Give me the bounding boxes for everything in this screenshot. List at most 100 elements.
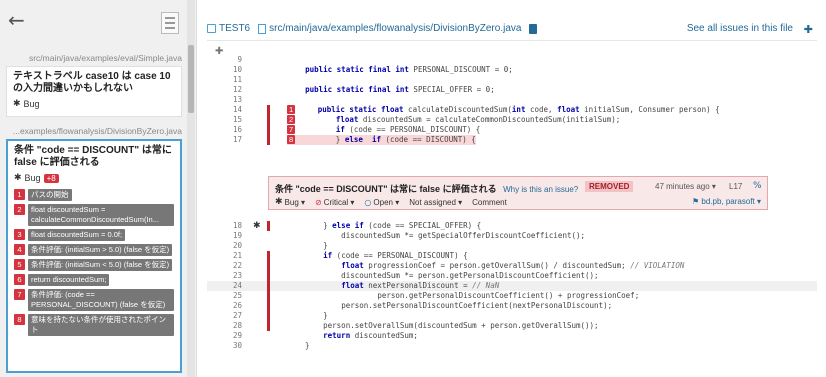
code-line: 28 person.setOverallSum(discountedSum + … [207,321,817,331]
severity-dropdown[interactable]: ⊘ Critical ▾ [315,198,354,207]
line-number[interactable]: 10 [222,65,242,75]
line-number[interactable]: 28 [222,321,242,331]
code-text: if (code == PERSONAL_DISCOUNT) { [323,251,468,260]
issue-gutter-marker [267,115,270,125]
code-text: 8 } else if (code == DISCOUNT) { [287,135,476,145]
pin-icon[interactable]: ✚ [804,23,813,36]
line-number[interactable]: 22 [222,261,242,271]
line-number[interactable]: 30 [222,341,242,351]
issue-card-1[interactable]: テキストラベル case10 は case 10 の入力間違いかもしれない ✱ … [6,66,182,117]
bug-gutter-icon[interactable]: ✱ [253,221,261,231]
code-line: 29 return discountedSum; [207,331,817,341]
issue-gutter-marker [267,321,270,331]
bug-icon: ✱ [14,173,22,183]
flow-location-marker[interactable]: 2 [287,115,296,124]
code-text: } else if (code == SPECIAL_OFFER) { [287,221,482,230]
issue-message: 条件 "code == DISCOUNT" は常に false に評価される [275,184,497,194]
flow-location-marker[interactable]: 8 [287,135,296,144]
project-link[interactable]: TEST6 [219,23,250,34]
line-number[interactable]: 18 [222,221,242,231]
file-icon [258,23,267,34]
file-path-link[interactable]: src/main/java/examples/flowanalysis/Divi… [269,23,521,34]
flow-list: 1 パスの開始 2 float discountedSum = calculateCo… [14,189,174,336]
issue-age[interactable]: 47 minutes ago ▾ [655,182,716,191]
code-line: 20 } [207,241,817,251]
flow-text: float discountedSum = 0.0f; [28,229,126,241]
clipboard-icon[interactable] [529,23,538,34]
issue-type: ✱ Bug [13,99,175,109]
issue-popup: 条件 "code == DISCOUNT" は常に false に評価される W… [268,176,768,210]
tags-label: bd.pb, parasoft ▾ [701,197,761,206]
line-number[interactable]: 29 [222,331,242,341]
file-header: TEST6 src/main/java/examples/flowanalysi… [207,17,817,41]
flow-item[interactable]: 4 条件評価: (initialSum > 5.0) (false を仮定) [14,244,174,256]
flow-location-marker[interactable]: 7 [287,125,296,134]
line-number[interactable]: 14 [222,105,242,115]
issue-gutter-marker [267,135,270,145]
flow-item[interactable]: 7 条件評価: (code == PERSONAL_DISCOUNT) (fals… [14,289,174,311]
back-arrow-icon[interactable]: ← [8,10,25,30]
code-text: discountedSum *= getSpecialOfferDiscount… [287,231,586,240]
line-number[interactable]: 9 [222,55,242,65]
line-number[interactable]: 26 [222,301,242,311]
issue-gutter-marker [267,261,270,271]
flow-num: 5 [14,259,25,270]
line-number[interactable]: 15 [222,115,242,125]
line-number[interactable]: 13 [222,95,242,105]
type-dropdown[interactable]: ✱ Bug ▾ [275,197,305,207]
flow-item[interactable]: 8 意味を持たない条件が使用されたポイント [14,314,174,336]
assignee-dropdown[interactable]: Not assigned ▾ [409,198,462,207]
line-number[interactable]: 27 [222,311,242,321]
line-number[interactable]: 20 [222,241,242,251]
issue-gutter-marker [267,291,270,301]
why-is-this-an-issue-link[interactable]: Why is this an issue? [503,185,578,194]
line-number[interactable]: 19 [222,231,242,241]
file-path-2: ...examples/flowanalysis/DivisionByZero.… [12,126,182,136]
flow-text: 条件評価: (code == PERSONAL_DISCOUNT) (false… [28,289,174,311]
line-number[interactable]: 12 [222,85,242,95]
issue-card-2-selected[interactable]: 条件 "code == DISCOUNT" は常に false に評価される ✱… [6,139,182,373]
tags-dropdown[interactable]: ⚑ bd.pb, parasoft ▾ [692,197,761,206]
flow-location-marker[interactable]: 1 [287,105,296,114]
comment-button[interactable]: Comment [472,198,507,207]
link-icon[interactable]: % [753,181,762,191]
code-line: 11 [207,75,817,85]
issue-gutter-marker [267,221,270,231]
line-number[interactable]: 24 [222,281,242,291]
flow-text: float discountedSum = calculateCommonDis… [28,204,174,226]
line-number[interactable]: 17 [222,135,242,145]
status-dropdown[interactable]: ○ Open ▾ [364,198,399,207]
collapse-panel-icon[interactable] [161,12,179,34]
code-line: 23 discountedSum *= person.getPersonalDi… [207,271,817,281]
code-text: 7 if (code == PERSONAL_DISCOUNT) { [287,125,481,134]
issue-type-label: Bug [24,173,41,183]
flow-item[interactable]: 2 float discountedSum = calculateCommonDi… [14,204,174,226]
issue-gutter-marker [267,105,270,115]
code-text: person.setOverallSum(discountedSum + per… [323,321,599,330]
flow-item[interactable]: 1 パスの開始 [14,189,174,201]
code-text: 1 public static float calculateDiscounte… [287,105,720,114]
project-icon [207,24,216,33]
code-text: person.setPersonalDiscountCoefficient(ne… [341,301,613,310]
sidebar-scrollbar[interactable] [187,0,195,377]
bug-icon: ✱ [13,99,21,109]
flow-item[interactable]: 6 return discountedSum; [14,274,174,286]
flow-item[interactable]: 3 float discountedSum = 0.0f; [14,229,174,241]
status-badge: REMOVED [585,181,634,192]
line-number[interactable]: 11 [222,75,242,85]
scrollbar-thumb[interactable] [188,45,194,113]
flow-item[interactable]: 5 条件評価: (initialSum < 5.0) (false を仮定) [14,259,174,271]
see-all-issues-link[interactable]: See all issues in this file [687,23,793,34]
line-number[interactable]: 23 [222,271,242,281]
code-line: 24 float nextPersonalDiscount = // NaN [207,281,817,291]
code-text: return discountedSum; [323,331,418,340]
code-line: 25 person.getPersonalDiscountCoefficient… [207,291,817,301]
line-number[interactable]: 25 [222,291,242,301]
code-line: 27 } [207,311,817,321]
flow-text: 条件評価: (initialSum > 5.0) (false を仮定) [28,244,173,256]
flow-count-badge[interactable]: +8 [43,173,59,183]
line-number[interactable]: 16 [222,125,242,135]
line-number[interactable]: 21 [222,251,242,261]
issue-gutter-marker [267,281,270,291]
issue-meta: ✱ Bug ▾ ⊘ Critical ▾ ○ Open ▾ Not assign… [275,197,507,207]
